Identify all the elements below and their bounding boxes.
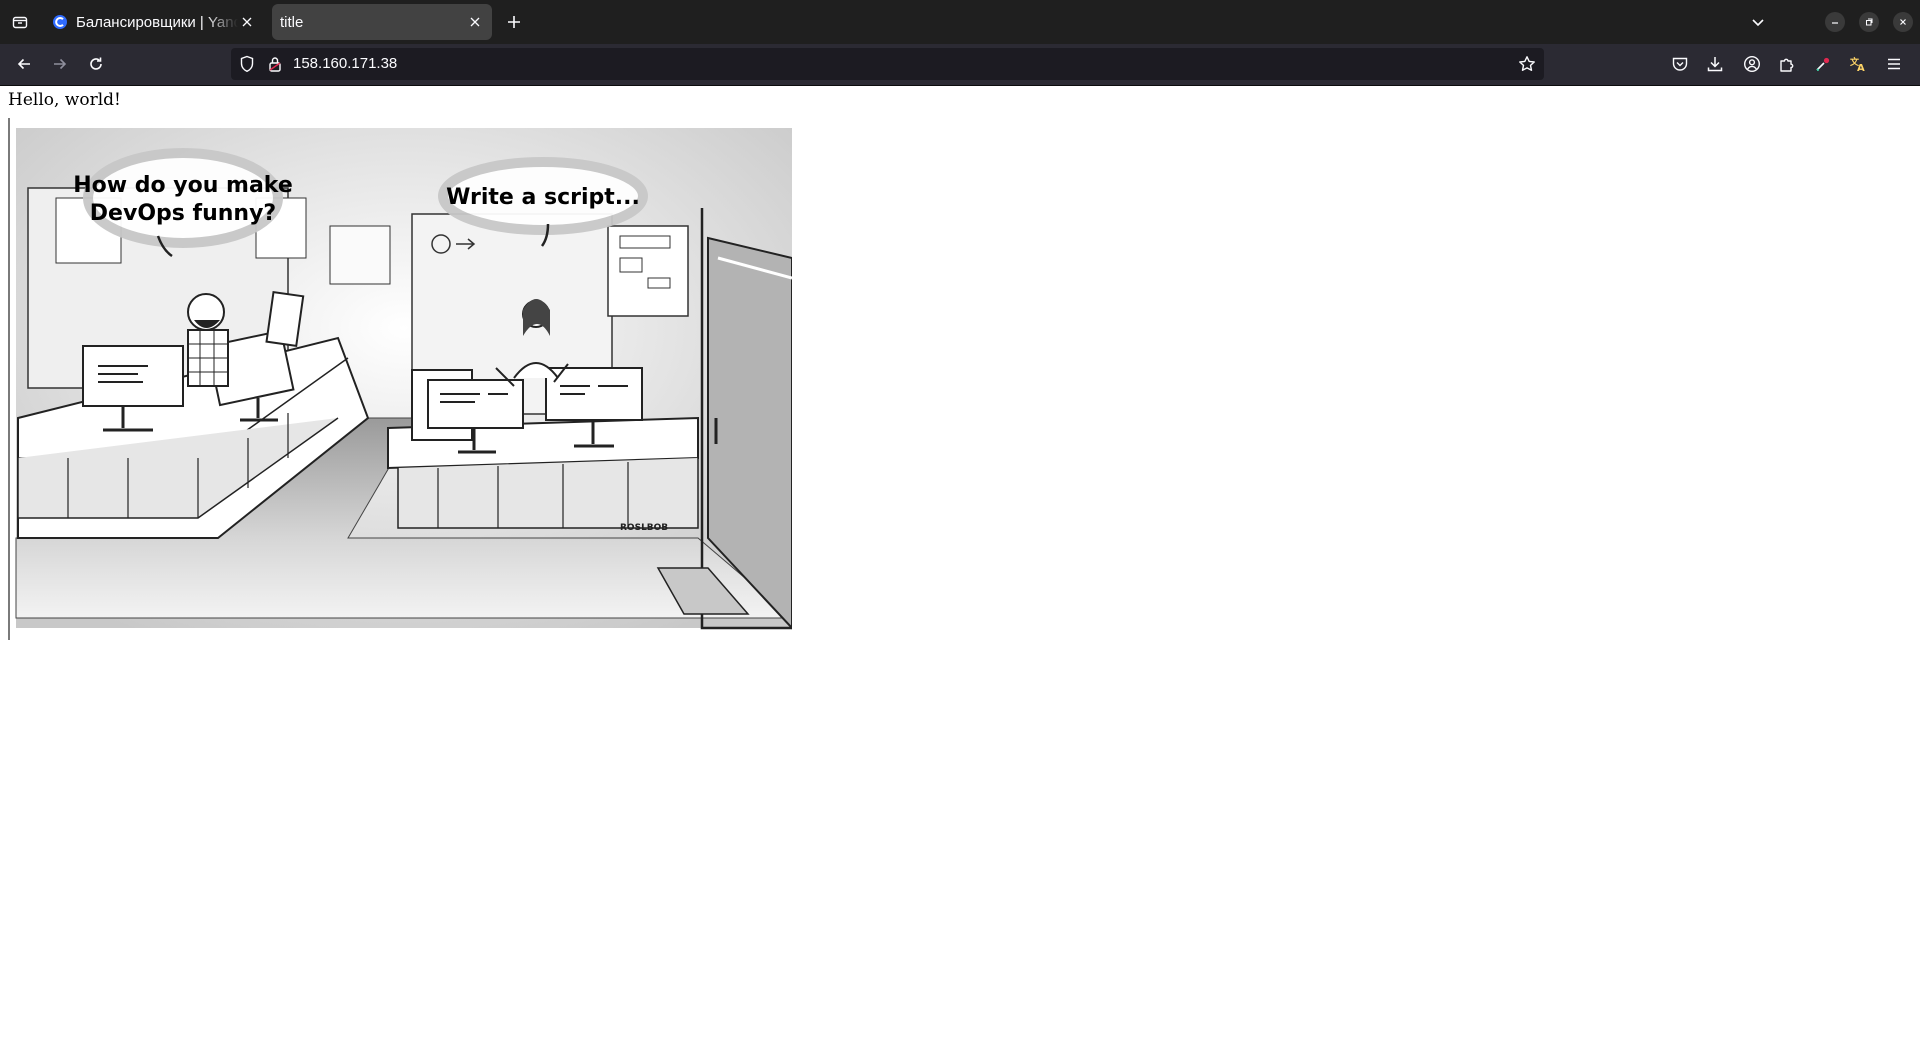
close-tab-icon[interactable] [466,13,484,31]
menu-icon[interactable] [1882,52,1906,76]
reload-icon[interactable] [80,50,112,78]
bubble-left-line-2: DevOps funny? [90,201,276,226]
minimize-icon[interactable] [1825,12,1845,32]
devops-comic-image: How do you make DevOps funny? Write a sc… [8,118,792,640]
tab-title: title [280,13,304,31]
tab-active[interactable]: title [272,4,492,40]
page-content: Hello, world! How do you make DevOps fun… [0,86,1920,1053]
new-tab-icon[interactable] [502,10,526,34]
tab-yandex-cloud[interactable]: Балансировщики | Yandex Cloud [44,4,264,40]
account-icon[interactable] [1740,52,1764,76]
close-icon[interactable] [1893,12,1913,32]
tab-title: Балансировщики | Yandex Cloud [76,13,238,31]
list-all-tabs-icon[interactable] [1746,10,1770,34]
address-bar[interactable]: 158.160.171.38 [231,48,1544,80]
navigation-toolbar: 158.160.171.38 文A [0,44,1920,86]
translate-icon[interactable]: 文A [1846,52,1870,76]
downloads-icon[interactable] [1703,52,1727,76]
restore-icon[interactable] [1859,12,1879,32]
bookmark-star-icon[interactable] [1518,55,1536,77]
bubble-right-text: Write a script... [446,185,640,210]
extensions-icon[interactable] [1775,52,1799,76]
back-icon[interactable] [8,50,40,78]
tab-list-icon[interactable] [8,8,32,36]
pocket-icon[interactable] [1668,52,1692,76]
hello-text: Hello, world! [8,90,121,110]
yandex-cloud-icon [52,14,68,30]
lock-icon[interactable] [267,55,283,77]
color-picker-icon[interactable] [1811,52,1835,76]
svg-text:A: A [1857,63,1865,73]
tab-strip: Балансировщики | Yandex Cloud title [0,0,1920,44]
bubble-left-line-1: How do you make [73,173,293,198]
close-tab-icon[interactable] [238,13,256,31]
url-text[interactable]: 158.160.171.38 [293,55,397,72]
artist-signature: ROSLBOB [620,523,668,533]
forward-icon[interactable] [44,50,76,78]
shield-icon[interactable] [239,55,255,77]
